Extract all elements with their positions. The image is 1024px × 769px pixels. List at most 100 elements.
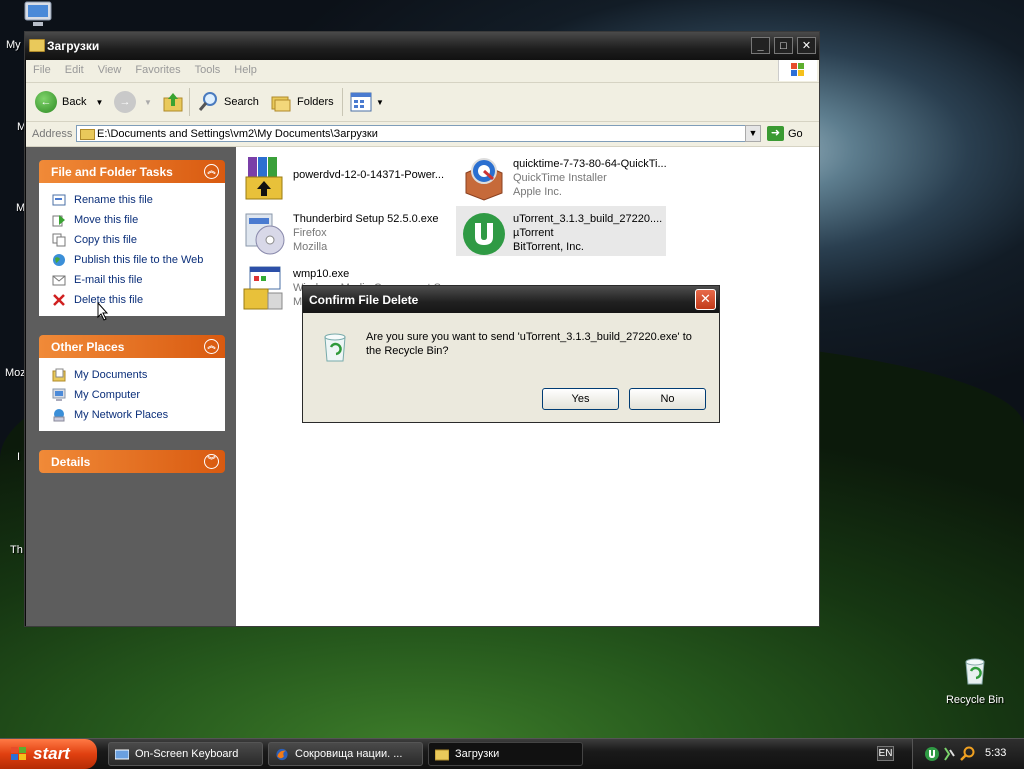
yes-button[interactable]: Yes (542, 388, 619, 410)
file-name: wmp10.exe (293, 268, 350, 280)
search-tray-icon[interactable] (959, 746, 975, 762)
place-label: My Network Places (74, 409, 169, 421)
forward-button[interactable]: → ▼ (114, 91, 152, 113)
network-icon (53, 409, 65, 422)
panel-header[interactable]: File and Folder Tasks ︽ (39, 160, 225, 183)
winrar-archive-icon (245, 157, 283, 200)
search-label: Search (224, 96, 259, 108)
my-computer-label: My (6, 39, 21, 51)
task-email-file[interactable]: E-mail this file (39, 270, 225, 290)
toolbar-separator (342, 88, 343, 116)
utorrent-tray-icon[interactable] (924, 746, 940, 762)
firefox-icon (276, 748, 288, 760)
task-publish-web[interactable]: Publish this file to the Web (39, 250, 225, 270)
views-button[interactable]: ▼ (350, 91, 384, 113)
keyboard-icon (115, 749, 129, 759)
file-company: BitTorrent, Inc. (513, 241, 584, 253)
no-button[interactable]: No (629, 388, 706, 410)
task-rename-file[interactable]: Rename this file (39, 190, 225, 210)
search-button[interactable]: Search (197, 91, 259, 113)
taskbar-button-firefox[interactable]: Сокровища нации. ... (268, 742, 423, 766)
place-my-documents[interactable]: My Documents (39, 365, 225, 385)
rename-icon (52, 194, 66, 206)
desktop-label-fragment: Moz (5, 367, 26, 379)
globe-icon (53, 254, 65, 266)
task-copy-file[interactable]: Copy this file (39, 230, 225, 250)
address-label: Address (32, 128, 73, 140)
menu-tools[interactable]: Tools (188, 60, 228, 76)
panel-body: Rename this file Move this file Copy thi… (39, 183, 225, 316)
panel-title: File and Folder Tasks (51, 165, 173, 179)
maximize-button[interactable]: □ (774, 37, 793, 54)
other-places-panel: Other Places ︽ My Documents My Computer … (39, 335, 225, 431)
language-indicator[interactable]: EN (877, 746, 894, 761)
panel-header[interactable]: Other Places ︽ (39, 335, 225, 358)
recycle-bin-desktop-icon[interactable]: Recycle Bin (940, 655, 1010, 706)
folder-icon (29, 39, 45, 52)
panel-title: Other Places (51, 340, 125, 354)
my-documents-icon (52, 368, 66, 382)
installer-cd-icon (245, 213, 285, 255)
collapse-chevron-icon[interactable]: ︽ (204, 164, 219, 179)
taskbar-button-label: Загрузки (455, 748, 500, 760)
my-computer-desktop-icon[interactable] (20, 0, 56, 33)
windows-flag-icon (11, 747, 26, 760)
system-tray: 5:33 (912, 739, 1024, 769)
dialog-titlebar[interactable]: Confirm File Delete ✕ (303, 286, 719, 313)
file-item[interactable]: quicktime-7-73-80-64-QuickTi... QuickTim… (456, 151, 667, 201)
address-input[interactable]: E:\Documents and Settings\vm2\My Documen… (76, 125, 761, 142)
windows-logo (778, 60, 817, 81)
address-dropdown-button[interactable]: ▼ (745, 125, 761, 142)
file-name: powerdvd-12-0-14371-Power... (293, 169, 445, 181)
start-button[interactable]: start (0, 739, 97, 769)
task-pane: File and Folder Tasks ︽ Rename this file… (26, 147, 236, 626)
menu-file[interactable]: File (26, 60, 58, 76)
taskbar: start On-Screen Keyboard Сокровища нации… (0, 738, 1024, 769)
task-move-file[interactable]: Move this file (39, 210, 225, 230)
minimize-button[interactable]: _ (751, 37, 770, 54)
forward-dropdown-icon[interactable]: ▼ (144, 98, 152, 107)
clock[interactable]: 5:33 (985, 747, 1006, 759)
menu-view[interactable]: View (91, 60, 129, 76)
task-label: Rename this file (74, 194, 153, 206)
details-panel: Details ︾ (39, 450, 225, 473)
menu-favorites[interactable]: Favorites (128, 60, 187, 76)
dialog-close-button[interactable]: ✕ (695, 289, 716, 310)
expand-chevron-icon[interactable]: ︾ (204, 454, 219, 469)
place-my-computer[interactable]: My Computer (39, 385, 225, 405)
move-icon (52, 215, 65, 227)
panel-title: Details (51, 455, 91, 469)
menu-edit[interactable]: Edit (58, 60, 91, 76)
panel-header[interactable]: Details ︾ (39, 450, 225, 473)
taskbar-button-onscreen-keyboard[interactable]: On-Screen Keyboard (108, 742, 263, 766)
dialog-message: Are you sure you want to send 'uTorrent_… (366, 331, 692, 357)
collapse-chevron-icon[interactable]: ︽ (204, 339, 219, 354)
go-button[interactable]: ➜ Go (767, 126, 803, 141)
views-dropdown-icon[interactable]: ▼ (376, 98, 384, 107)
task-delete-file[interactable]: Delete this file (39, 290, 225, 310)
close-button[interactable]: ✕ (797, 37, 816, 54)
file-name: uTorrent_3.1.3_build_27220.... (513, 213, 663, 225)
back-button[interactable]: ← Back ▼ (35, 91, 103, 113)
standard-toolbar: ← Back ▼ → ▼ Search Folders ▼ (26, 83, 819, 122)
setup-exe-icon (243, 266, 283, 310)
place-my-network-places[interactable]: My Network Places (39, 405, 225, 425)
taskbar-button-zagruzki[interactable]: Загрузки (428, 742, 583, 766)
file-company: Apple Inc. (513, 186, 562, 198)
back-dropdown-icon[interactable]: ▼ (95, 98, 103, 107)
up-folder-button[interactable] (162, 91, 184, 113)
toolbar-separator (189, 88, 190, 116)
network-tray-icon[interactable] (942, 746, 956, 762)
folders-button[interactable]: Folders (270, 91, 334, 113)
file-item[interactable]: powerdvd-12-0-14371-Power... (236, 151, 446, 201)
recycle-bin-icon (324, 333, 346, 362)
menu-help[interactable]: Help (227, 60, 264, 76)
start-label: start (33, 744, 70, 763)
place-label: My Computer (74, 389, 141, 401)
file-item-selected[interactable]: uTorrent_3.1.3_build_27220.... µTorrent … (456, 206, 666, 256)
file-name: quicktime-7-73-80-64-QuickTi... (513, 158, 667, 170)
window-titlebar[interactable]: Загрузки _ □ ✕ (25, 32, 819, 60)
address-bar: Address E:\Documents and Settings\vm2\My… (26, 122, 819, 147)
confirm-delete-dialog: Confirm File Delete ✕ Are you sure you w… (302, 285, 720, 423)
file-item[interactable]: Thunderbird Setup 52.5.0.exe Firefox Moz… (236, 206, 446, 256)
